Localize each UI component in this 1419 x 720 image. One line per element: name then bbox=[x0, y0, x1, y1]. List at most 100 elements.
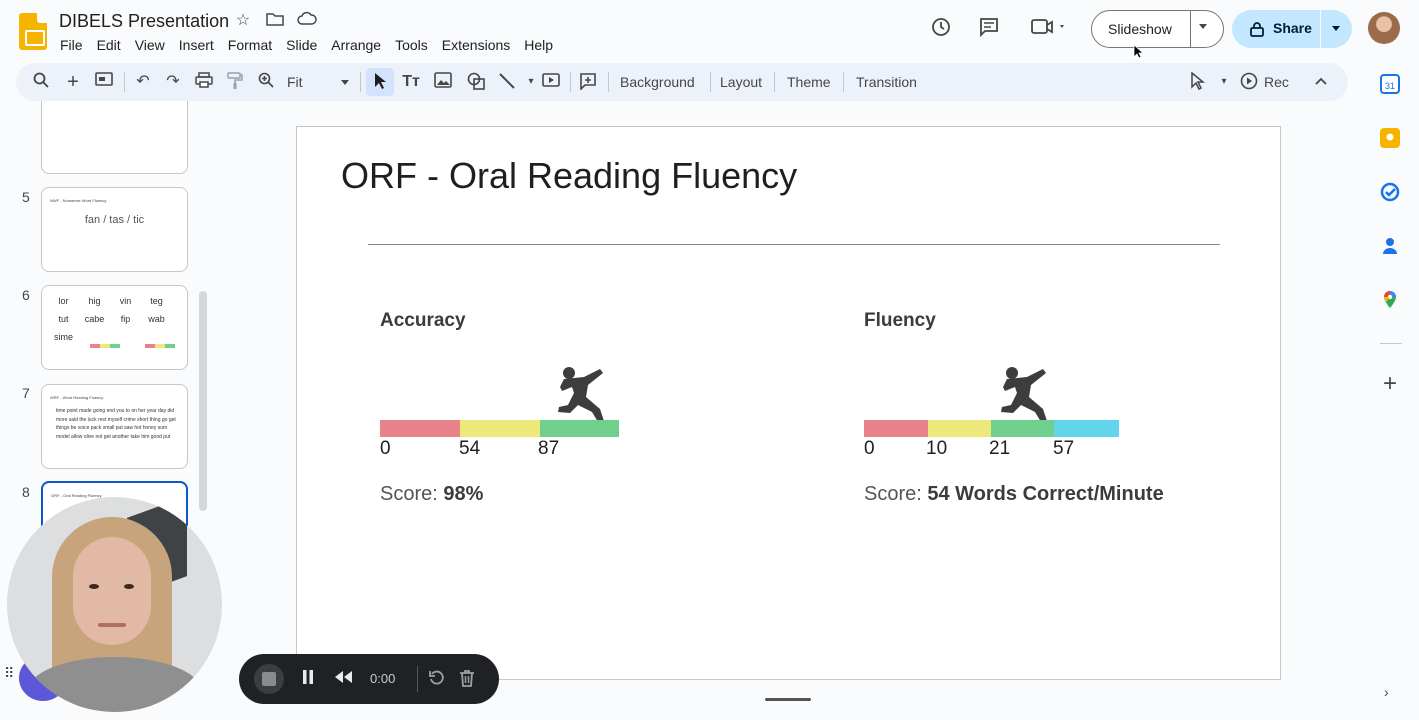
undo-icon[interactable]: ↶ bbox=[133, 72, 153, 92]
fluency-band-yellow[interactable] bbox=[928, 420, 991, 437]
runner-icon[interactable] bbox=[999, 365, 1051, 423]
title-underline[interactable] bbox=[368, 244, 1220, 245]
rec-button[interactable]: Rec bbox=[1264, 74, 1289, 90]
webcam-bubble[interactable] bbox=[7, 497, 222, 712]
text-box-icon[interactable]: Tт bbox=[401, 72, 421, 92]
star-icon[interactable]: ☆ bbox=[233, 11, 253, 31]
share-button[interactable]: Share bbox=[1232, 10, 1352, 48]
line-tool-icon[interactable] bbox=[497, 72, 517, 92]
share-options-chevron-icon[interactable] bbox=[1332, 26, 1340, 31]
score-prefix: Score: bbox=[380, 483, 444, 505]
thumbnail-text: fan / tas / tic bbox=[84, 214, 145, 226]
calendar-icon[interactable]: 31 bbox=[1380, 74, 1400, 94]
transition-button[interactable]: Transition bbox=[856, 74, 917, 90]
thumbnail-word-list: time point made going end you to on her … bbox=[56, 408, 176, 440]
drag-handle-icon[interactable]: ⠿ bbox=[4, 665, 14, 682]
redo-icon[interactable]: ↷ bbox=[163, 72, 183, 92]
cloud-status-icon[interactable] bbox=[297, 11, 317, 31]
menu-help[interactable]: Help bbox=[517, 35, 560, 55]
expand-side-panel-chevron-icon[interactable]: › bbox=[1384, 684, 1389, 700]
menu-view[interactable]: View bbox=[128, 35, 172, 55]
contacts-icon[interactable] bbox=[1380, 236, 1400, 256]
fluency-band-red[interactable] bbox=[864, 420, 928, 437]
menu-file[interactable]: File bbox=[53, 35, 90, 55]
account-avatar[interactable] bbox=[1368, 12, 1400, 44]
fluency-tick-label: 10 bbox=[926, 438, 948, 459]
slide-thumbnail-4[interactable] bbox=[41, 101, 188, 174]
meet-video-icon[interactable] bbox=[1031, 18, 1067, 41]
filmstrip-scrollbar[interactable] bbox=[199, 291, 207, 511]
presenter-eye bbox=[89, 584, 99, 589]
speaker-notes-drag-handle[interactable] bbox=[765, 698, 811, 701]
paint-format-icon[interactable] bbox=[225, 72, 245, 92]
keep-notes-icon[interactable] bbox=[1380, 128, 1400, 148]
slideshow-options-chevron-icon[interactable] bbox=[1199, 24, 1207, 29]
print-icon[interactable] bbox=[194, 72, 214, 92]
fluency-score[interactable]: Score: 54 Words Correct/Minute bbox=[864, 483, 1164, 506]
insert-image-icon[interactable] bbox=[433, 72, 453, 92]
runner-icon[interactable] bbox=[556, 365, 608, 423]
delete-trash-icon[interactable] bbox=[459, 669, 475, 692]
pause-icon[interactable] bbox=[301, 669, 315, 690]
comments-icon[interactable] bbox=[978, 16, 1000, 38]
select-arrow-icon[interactable] bbox=[370, 72, 390, 92]
menu-extensions[interactable]: Extensions bbox=[435, 35, 517, 55]
menu-tools[interactable]: Tools bbox=[388, 35, 435, 55]
menu-insert[interactable]: Insert bbox=[172, 35, 221, 55]
laser-pointer-icon[interactable] bbox=[1188, 71, 1208, 92]
add-comment-icon[interactable] bbox=[578, 72, 598, 92]
insert-video-icon[interactable] bbox=[541, 72, 561, 92]
recording-timer: 0:00 bbox=[370, 671, 396, 686]
zoom-select[interactable]: Fit bbox=[287, 74, 303, 90]
line-options-chevron-down-icon[interactable]: ▾ bbox=[521, 72, 541, 92]
accuracy-score[interactable]: Score: 98% bbox=[380, 483, 483, 506]
theme-button[interactable]: Theme bbox=[787, 74, 831, 90]
zoom-icon[interactable] bbox=[256, 72, 276, 92]
stop-recording-icon[interactable] bbox=[254, 664, 284, 694]
accuracy-band-red[interactable] bbox=[380, 420, 460, 437]
rewind-icon[interactable] bbox=[333, 669, 353, 690]
get-addons-plus-icon[interactable]: + bbox=[1380, 372, 1400, 396]
collapse-toolbar-chevron-up-icon[interactable] bbox=[1311, 72, 1331, 92]
menu-arrange[interactable]: Arrange bbox=[324, 35, 388, 55]
zoom-chevron-down-icon[interactable] bbox=[341, 80, 349, 85]
record-play-icon[interactable] bbox=[1239, 72, 1259, 92]
controls-divider bbox=[417, 666, 418, 692]
menu-edit[interactable]: Edit bbox=[90, 35, 128, 55]
presenter-face bbox=[73, 537, 151, 645]
recording-controls: 0:00 bbox=[239, 654, 499, 704]
menu-slide[interactable]: Slide bbox=[279, 35, 324, 55]
side-panel: 31 + bbox=[1366, 62, 1419, 720]
document-title[interactable]: DIBELS Presentation bbox=[59, 11, 229, 32]
accuracy-band-yellow[interactable] bbox=[460, 420, 540, 437]
restart-icon[interactable] bbox=[428, 669, 446, 692]
shape-icon[interactable] bbox=[466, 72, 486, 92]
layout-button[interactable]: Layout bbox=[720, 74, 762, 90]
fluency-band-green[interactable] bbox=[991, 420, 1054, 437]
slide-thumbnail-6[interactable]: lor hig vin teg tut cabe fip wab sime bbox=[41, 285, 188, 370]
slide-thumbnail-5[interactable]: NWF - Nonsense Word Fluency fan / tas / … bbox=[41, 187, 188, 272]
version-history-icon[interactable] bbox=[930, 16, 952, 38]
search-menus-icon[interactable] bbox=[31, 72, 51, 92]
tasks-icon[interactable] bbox=[1380, 182, 1400, 202]
menu-format[interactable]: Format bbox=[221, 35, 279, 55]
move-folder-icon[interactable] bbox=[265, 11, 285, 31]
slide-title[interactable]: ORF - Oral Reading Fluency bbox=[341, 155, 797, 197]
fluency-band-blue[interactable] bbox=[1054, 420, 1119, 437]
background-button[interactable]: Background bbox=[620, 74, 695, 90]
slide-thumbnail-7[interactable]: WRF - Word Reading Fluency time point ma… bbox=[41, 384, 188, 469]
score-prefix: Score: bbox=[864, 483, 928, 505]
fluency-label[interactable]: Fluency bbox=[864, 310, 936, 332]
accuracy-label[interactable]: Accuracy bbox=[380, 310, 466, 332]
share-divider bbox=[1320, 10, 1321, 48]
slide-layout-icon[interactable] bbox=[94, 72, 114, 92]
maps-icon[interactable] bbox=[1380, 289, 1400, 309]
toolbar-divider bbox=[608, 72, 609, 92]
svg-text:31: 31 bbox=[1385, 81, 1395, 91]
accuracy-band-green[interactable] bbox=[540, 420, 619, 437]
new-slide-plus-icon[interactable]: + bbox=[63, 72, 83, 92]
slide-canvas[interactable]: ORF - Oral Reading Fluency Accuracy 0 54… bbox=[296, 126, 1281, 680]
slideshow-button[interactable]: Slideshow bbox=[1091, 10, 1224, 48]
slides-logo-icon[interactable] bbox=[19, 13, 47, 50]
pointer-options-chevron-down-icon[interactable]: ▾ bbox=[1214, 72, 1234, 92]
